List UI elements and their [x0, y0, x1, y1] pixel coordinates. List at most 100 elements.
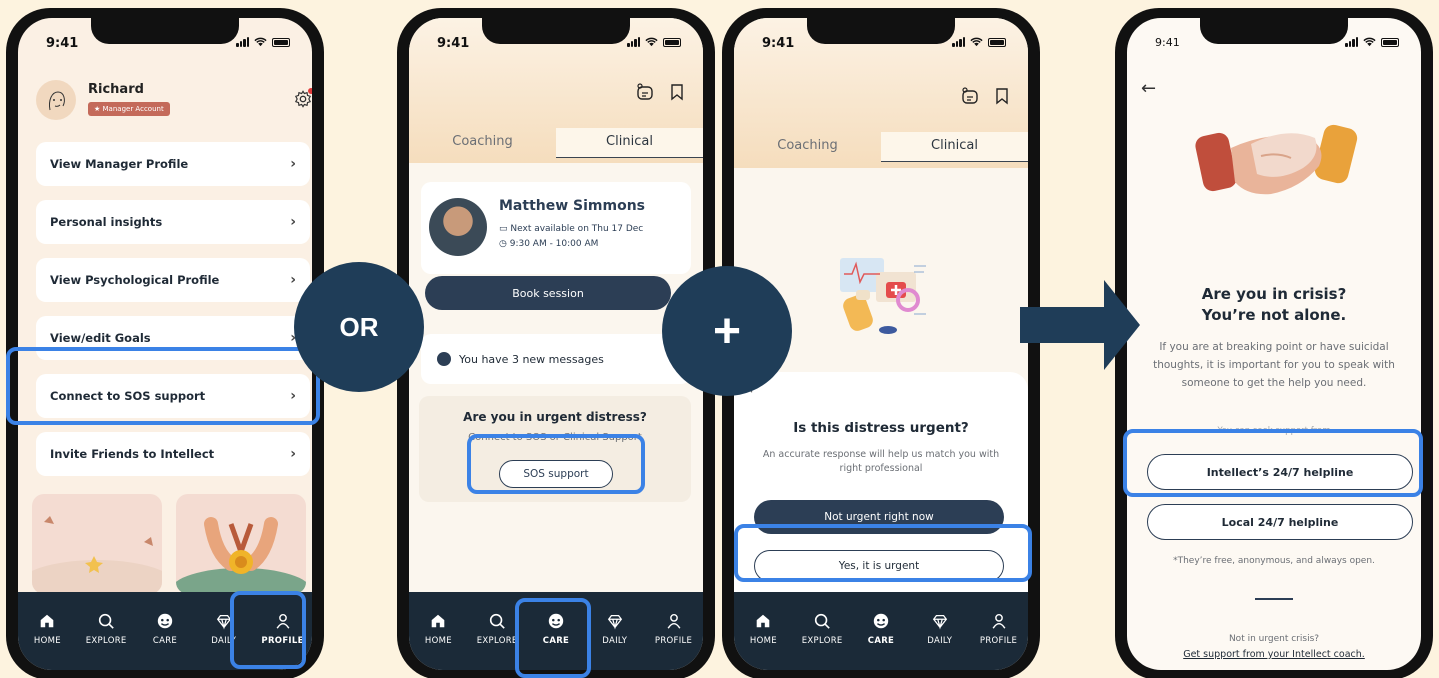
- urgent-title: Are you in urgent distress?: [463, 410, 647, 424]
- time-slot-text: 9:30 AM - 10:00 AM: [509, 239, 599, 249]
- coach-support-link[interactable]: Get support from your Intellect coach.: [1127, 649, 1421, 660]
- search-icon: [815, 613, 830, 629]
- daily-card-right[interactable]: [176, 494, 306, 594]
- settings-button[interactable]: [294, 88, 312, 108]
- status-icons: [1345, 37, 1399, 47]
- clinician-name: Matthew Simmons: [499, 198, 646, 214]
- notch: [1200, 18, 1348, 44]
- tab-clinical[interactable]: Clinical: [881, 132, 1028, 162]
- status-time: 9:41: [437, 36, 470, 51]
- header-actions: [960, 86, 1012, 106]
- tab-coaching[interactable]: Coaching: [734, 132, 881, 162]
- chat-bot-icon[interactable]: [635, 82, 655, 102]
- menu-label: View Manager Profile: [50, 157, 189, 171]
- daily-card-left[interactable]: [32, 494, 162, 594]
- messages-row[interactable]: You have 3 new messages: [421, 334, 691, 384]
- tab-label: EXPLORE: [85, 636, 127, 646]
- battery-icon: [988, 38, 1006, 47]
- messages-text: You have 3 new messages: [459, 352, 604, 366]
- profile-screen: 9:41 Richard ★ Manager Account View Mana…: [18, 18, 312, 670]
- crisis-title: Are you in crisis? You’re not alone.: [1127, 284, 1421, 326]
- person-icon: [992, 613, 1006, 629]
- chevron-right-icon: ›: [290, 214, 296, 230]
- message-bubble-icon: [437, 352, 451, 366]
- account-badge: ★ Manager Account: [88, 102, 170, 116]
- status-icons: [627, 37, 681, 47]
- tab-label: CARE: [152, 636, 178, 646]
- tab-label: EXPLORE: [476, 636, 518, 646]
- divider: [1255, 598, 1293, 600]
- tab-coaching[interactable]: Coaching: [409, 128, 556, 158]
- phone-crisis: 9:41 ← Are you in crisis? You’re not alo…: [1115, 8, 1433, 678]
- local-helpline-button[interactable]: Local 24/7 helpline: [1147, 504, 1413, 540]
- menu-label: View/edit Goals: [50, 331, 151, 345]
- bookmark-icon[interactable]: [667, 82, 687, 102]
- tab-profile[interactable]: PROFILE: [647, 612, 701, 646]
- handshake-illustration-icon: [1195, 124, 1358, 195]
- wifi-icon: [970, 37, 983, 47]
- book-session-button[interactable]: Book session: [425, 276, 671, 310]
- sheet-subtitle: An accurate response will help us match …: [762, 449, 1000, 474]
- tab-label: PROFILE: [979, 636, 1018, 646]
- menu-invite-friends[interactable]: Invite Friends to Intellect ›: [36, 432, 310, 476]
- tab-explore[interactable]: EXPLORE: [79, 612, 133, 646]
- tab-explore[interactable]: EXPLORE: [795, 612, 849, 646]
- crisis-title-line1: Are you in crisis?: [1201, 285, 1347, 303]
- user-name: Richard: [88, 82, 144, 97]
- tab-label: DAILY: [927, 636, 953, 646]
- availability-text: Next available on Thu 17 Dec: [510, 224, 644, 234]
- back-arrow-icon[interactable]: ←: [1141, 78, 1156, 99]
- medal-hands-illustration-icon: [176, 517, 306, 594]
- notch: [807, 18, 955, 44]
- tab-label: DAILY: [602, 636, 628, 646]
- bookmark-icon[interactable]: [992, 86, 1012, 106]
- tab-home[interactable]: HOME: [20, 612, 74, 646]
- calendar-icon: ▭: [499, 224, 511, 234]
- clinician-card[interactable]: Matthew Simmons ▭ Next available on Thu …: [421, 182, 691, 274]
- avatar[interactable]: [36, 80, 76, 120]
- wifi-icon: [254, 37, 267, 47]
- chevron-right-icon: ›: [290, 156, 296, 172]
- menu-view-manager-profile[interactable]: View Manager Profile ›: [36, 142, 310, 186]
- highlight-intellect-helpline: [1123, 429, 1423, 497]
- status-icons: [236, 37, 290, 47]
- menu-label: View Psychological Profile: [50, 273, 220, 287]
- tab-label: EXPLORE: [801, 636, 843, 646]
- tab-label: HOME: [424, 636, 452, 646]
- notification-dot: [308, 88, 312, 94]
- tab-bar: HOME EXPLORE CARE DAILY PROFILE: [734, 592, 1028, 670]
- highlight-profile-tab: [230, 591, 306, 669]
- signal-icon: [236, 37, 249, 47]
- tab-daily[interactable]: DAILY: [913, 612, 967, 646]
- notch: [91, 18, 239, 44]
- status-time: 9:41: [46, 36, 79, 51]
- clinical-illustration-icon: [840, 258, 926, 334]
- tab-clinical[interactable]: Clinical: [556, 128, 703, 158]
- chevron-right-icon: ›: [290, 272, 296, 288]
- battery-icon: [272, 38, 290, 47]
- profile-header: Richard ★ Manager Account: [36, 80, 312, 126]
- status-icons: [952, 37, 1006, 47]
- home-icon: [432, 614, 445, 628]
- leaves-illustration-icon: [32, 516, 162, 594]
- signal-icon: [627, 37, 640, 47]
- tab-home[interactable]: HOME: [411, 612, 465, 646]
- free-note: *They’re free, anonymous, and always ope…: [1173, 556, 1375, 566]
- search-icon: [490, 613, 505, 629]
- status-time: 9:41: [1155, 36, 1180, 49]
- menu-view-psychological-profile[interactable]: View Psychological Profile ›: [36, 258, 310, 302]
- care-icon: [157, 613, 173, 629]
- sheet-title: Is this distress urgent?: [793, 420, 969, 436]
- tab-label: CARE: [867, 636, 895, 646]
- tab-care[interactable]: CARE: [138, 612, 192, 646]
- tab-label: HOME: [749, 636, 777, 646]
- tab-daily[interactable]: DAILY: [588, 612, 642, 646]
- chat-bot-icon[interactable]: [960, 86, 980, 106]
- arrow-right-icon: [1020, 280, 1140, 370]
- tab-care[interactable]: CARE: [854, 612, 908, 646]
- tab-home[interactable]: HOME: [736, 612, 790, 646]
- not-urgent-label: Not in urgent crisis?: [1228, 634, 1320, 644]
- tab-profile[interactable]: PROFILE: [972, 612, 1026, 646]
- menu-personal-insights[interactable]: Personal insights ›: [36, 200, 310, 244]
- clinician-photo: [429, 198, 487, 256]
